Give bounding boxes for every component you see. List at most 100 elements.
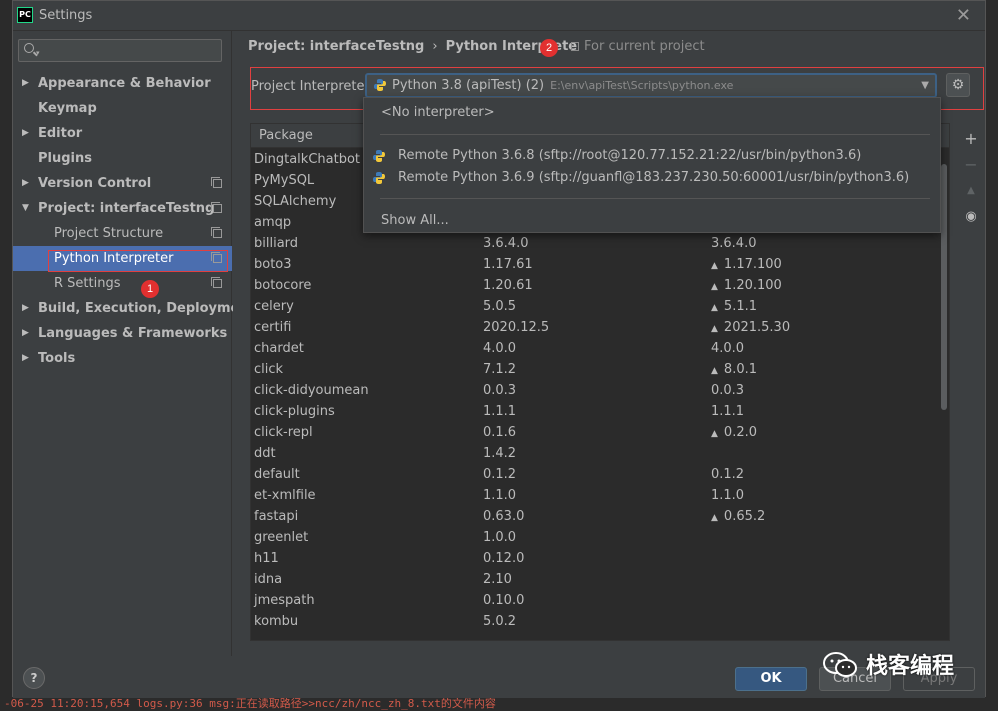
upgrade-available-icon: ▲ bbox=[711, 429, 718, 439]
table-row[interactable]: default 0.1.2 0.1.2 bbox=[251, 464, 949, 485]
sidebar-item-label: Appearance & Behavior bbox=[38, 76, 211, 91]
package-latest: ▲ 2021.5.30 bbox=[711, 317, 790, 340]
interpreter-label: Project Interpreter: bbox=[251, 79, 375, 94]
package-version: 0.63.0 bbox=[483, 509, 525, 524]
expand-right-icon[interactable]: ▶ bbox=[22, 121, 29, 146]
project-scope-icon bbox=[211, 177, 222, 188]
package-name: click-repl bbox=[254, 425, 313, 440]
help-button[interactable]: ? bbox=[23, 667, 45, 689]
package-latest-label: 1.1.1 bbox=[711, 404, 745, 419]
expand-right-icon[interactable]: ▶ bbox=[22, 71, 29, 96]
breadcrumb-project: Project: interfaceTestng bbox=[248, 39, 425, 54]
wechat-logo-icon bbox=[822, 651, 858, 679]
sidebar-item-plugins[interactable]: Plugins bbox=[13, 146, 232, 171]
sidebar-item-project-interfacetestng[interactable]: ▼ Project: interfaceTestng bbox=[13, 196, 232, 221]
expand-right-icon[interactable]: ▶ bbox=[22, 321, 29, 346]
table-row[interactable]: h11 0.12.0 bbox=[251, 548, 949, 569]
for-current-project-note: For current project bbox=[571, 39, 705, 54]
sidebar-item-version-control[interactable]: ▶ Version Control bbox=[13, 171, 232, 196]
table-row[interactable]: click 7.1.2 ▲ 8.0.1 bbox=[251, 359, 949, 380]
package-version: 5.0.5 bbox=[483, 299, 517, 314]
dropdown-show-all[interactable]: Show All... bbox=[364, 210, 940, 232]
project-scope-icon bbox=[211, 252, 222, 263]
upgrade-package-icon[interactable]: ▲ bbox=[959, 178, 983, 204]
table-row[interactable]: certifi 2020.12.5 ▲ 2021.5.30 bbox=[251, 317, 949, 338]
dropdown-option-remote-1[interactable]: Remote Python 3.6.8 (sftp://root@120.77.… bbox=[364, 145, 940, 167]
table-row[interactable]: greenlet 1.0.0 bbox=[251, 527, 949, 548]
sidebar-item-editor[interactable]: ▶ Editor bbox=[13, 121, 232, 146]
table-row[interactable]: click-didyoumean 0.0.3 0.0.3 bbox=[251, 380, 949, 401]
upgrade-available-icon: ▲ bbox=[711, 282, 718, 292]
sidebar-item-r-settings[interactable]: R Settings bbox=[13, 271, 232, 296]
expand-right-icon[interactable]: ▶ bbox=[22, 346, 29, 371]
table-row[interactable]: chardet 4.0.0 4.0.0 bbox=[251, 338, 949, 359]
remote-python-icon bbox=[372, 149, 386, 163]
dropdown-option-remote-2[interactable]: Remote Python 3.6.9 (sftp://guanfl@183.2… bbox=[364, 167, 940, 189]
background-editor-strip bbox=[0, 0, 12, 711]
sidebar-item-python-interpreter[interactable]: Python Interpreter bbox=[13, 246, 232, 271]
package-name: kombu bbox=[254, 614, 299, 629]
package-latest: ▲ 5.1.1 bbox=[711, 296, 757, 319]
add-package-icon[interactable]: + bbox=[959, 126, 983, 152]
sidebar-item-keymap[interactable]: Keymap bbox=[13, 96, 232, 121]
package-version: 1.1.1 bbox=[483, 404, 517, 419]
dropdown-option-label: Remote Python 3.6.9 (sftp://guanfl@183.2… bbox=[398, 170, 910, 185]
remote-python-icon bbox=[372, 171, 386, 185]
remove-package-icon[interactable]: − bbox=[959, 152, 983, 178]
sidebar-item-appearance-behavior[interactable]: ▶ Appearance & Behavior bbox=[13, 71, 232, 96]
sidebar-item-languages-frameworks[interactable]: ▶ Languages & Frameworks bbox=[13, 321, 232, 346]
eye-icon[interactable]: ◉ bbox=[959, 204, 983, 230]
package-latest-label: 1.20.100 bbox=[723, 278, 782, 293]
package-name: ddt bbox=[254, 446, 276, 461]
gear-icon[interactable]: ⚙ bbox=[946, 73, 970, 97]
table-row[interactable]: jmespath 0.10.0 bbox=[251, 590, 949, 611]
sidebar-item-label: Python Interpreter bbox=[54, 251, 174, 266]
table-scrollbar[interactable] bbox=[941, 164, 947, 410]
package-name: DingtalkChatbot bbox=[254, 152, 360, 167]
table-row[interactable]: billiard 3.6.4.0 3.6.4.0 bbox=[251, 233, 949, 254]
package-name: boto3 bbox=[254, 257, 292, 272]
table-row[interactable]: fastapi 0.63.0 ▲ 0.65.2 bbox=[251, 506, 949, 527]
table-row[interactable]: idna 2.10 bbox=[251, 569, 949, 590]
table-row[interactable]: click-repl 0.1.6 ▲ 0.2.0 bbox=[251, 422, 949, 443]
annotation-badge-1: 1 bbox=[141, 280, 159, 298]
interpreter-select[interactable]: Python 3.8 (apiTest) (2) E:\env\apiTest\S… bbox=[365, 73, 937, 98]
package-name: billiard bbox=[254, 236, 299, 251]
for-current-project-label: For current project bbox=[584, 39, 705, 54]
sidebar-item-label: Plugins bbox=[38, 151, 92, 166]
expand-right-icon[interactable]: ▶ bbox=[22, 296, 29, 321]
project-scope-icon bbox=[211, 277, 222, 288]
sidebar-item-label: Keymap bbox=[38, 101, 97, 116]
table-row[interactable]: click-plugins 1.1.1 1.1.1 bbox=[251, 401, 949, 422]
table-row[interactable]: et-xmlfile 1.1.0 1.1.0 bbox=[251, 485, 949, 506]
table-row[interactable]: ddt 1.4.2 bbox=[251, 443, 949, 464]
package-latest: ▲ 0.65.2 bbox=[711, 506, 765, 529]
package-latest-label: 0.2.0 bbox=[723, 425, 757, 440]
package-latest-label: 1.1.0 bbox=[711, 488, 745, 503]
package-latest: 1.1.0 bbox=[711, 485, 744, 506]
close-icon[interactable]: ✕ bbox=[956, 5, 971, 26]
annotation-badge-2: 2 bbox=[540, 39, 558, 57]
package-name: click bbox=[254, 362, 284, 377]
package-name: et-xmlfile bbox=[254, 488, 316, 503]
expand-right-icon[interactable]: ▶ bbox=[22, 171, 29, 196]
table-row[interactable]: kombu 5.0.2 bbox=[251, 611, 949, 632]
dropdown-option-no-interpreter[interactable]: <No interpreter> bbox=[364, 102, 940, 124]
expand-down-icon[interactable]: ▼ bbox=[22, 196, 29, 221]
upgrade-available-icon: ▲ bbox=[711, 324, 718, 334]
settings-sidebar: ▾ ▶ Appearance & Behavior Keymap ▶ Editor Plu… bbox=[13, 31, 255, 656]
table-row[interactable]: botocore 1.20.61 ▲ 1.20.100 bbox=[251, 275, 949, 296]
package-name: amqp bbox=[254, 215, 292, 230]
ok-button[interactable]: OK bbox=[735, 667, 807, 691]
package-latest-label: 3.6.4.0 bbox=[711, 236, 757, 251]
sidebar-item-tools[interactable]: ▶ Tools bbox=[13, 346, 232, 371]
project-scope-icon bbox=[211, 227, 222, 238]
table-row[interactable]: boto3 1.17.61 ▲ 1.17.100 bbox=[251, 254, 949, 275]
table-row[interactable]: celery 5.0.5 ▲ 5.1.1 bbox=[251, 296, 949, 317]
title-bar: PC Settings ✕ bbox=[13, 1, 985, 31]
sidebar-item-build-execution-deployment[interactable]: ▶ Build, Execution, Deployment bbox=[13, 296, 255, 321]
column-header-package[interactable]: Package bbox=[259, 128, 313, 143]
sidebar-item-project-structure[interactable]: Project Structure bbox=[13, 221, 232, 246]
settings-search-input[interactable]: ▾ bbox=[18, 39, 222, 62]
package-version: 4.0.0 bbox=[483, 341, 517, 356]
